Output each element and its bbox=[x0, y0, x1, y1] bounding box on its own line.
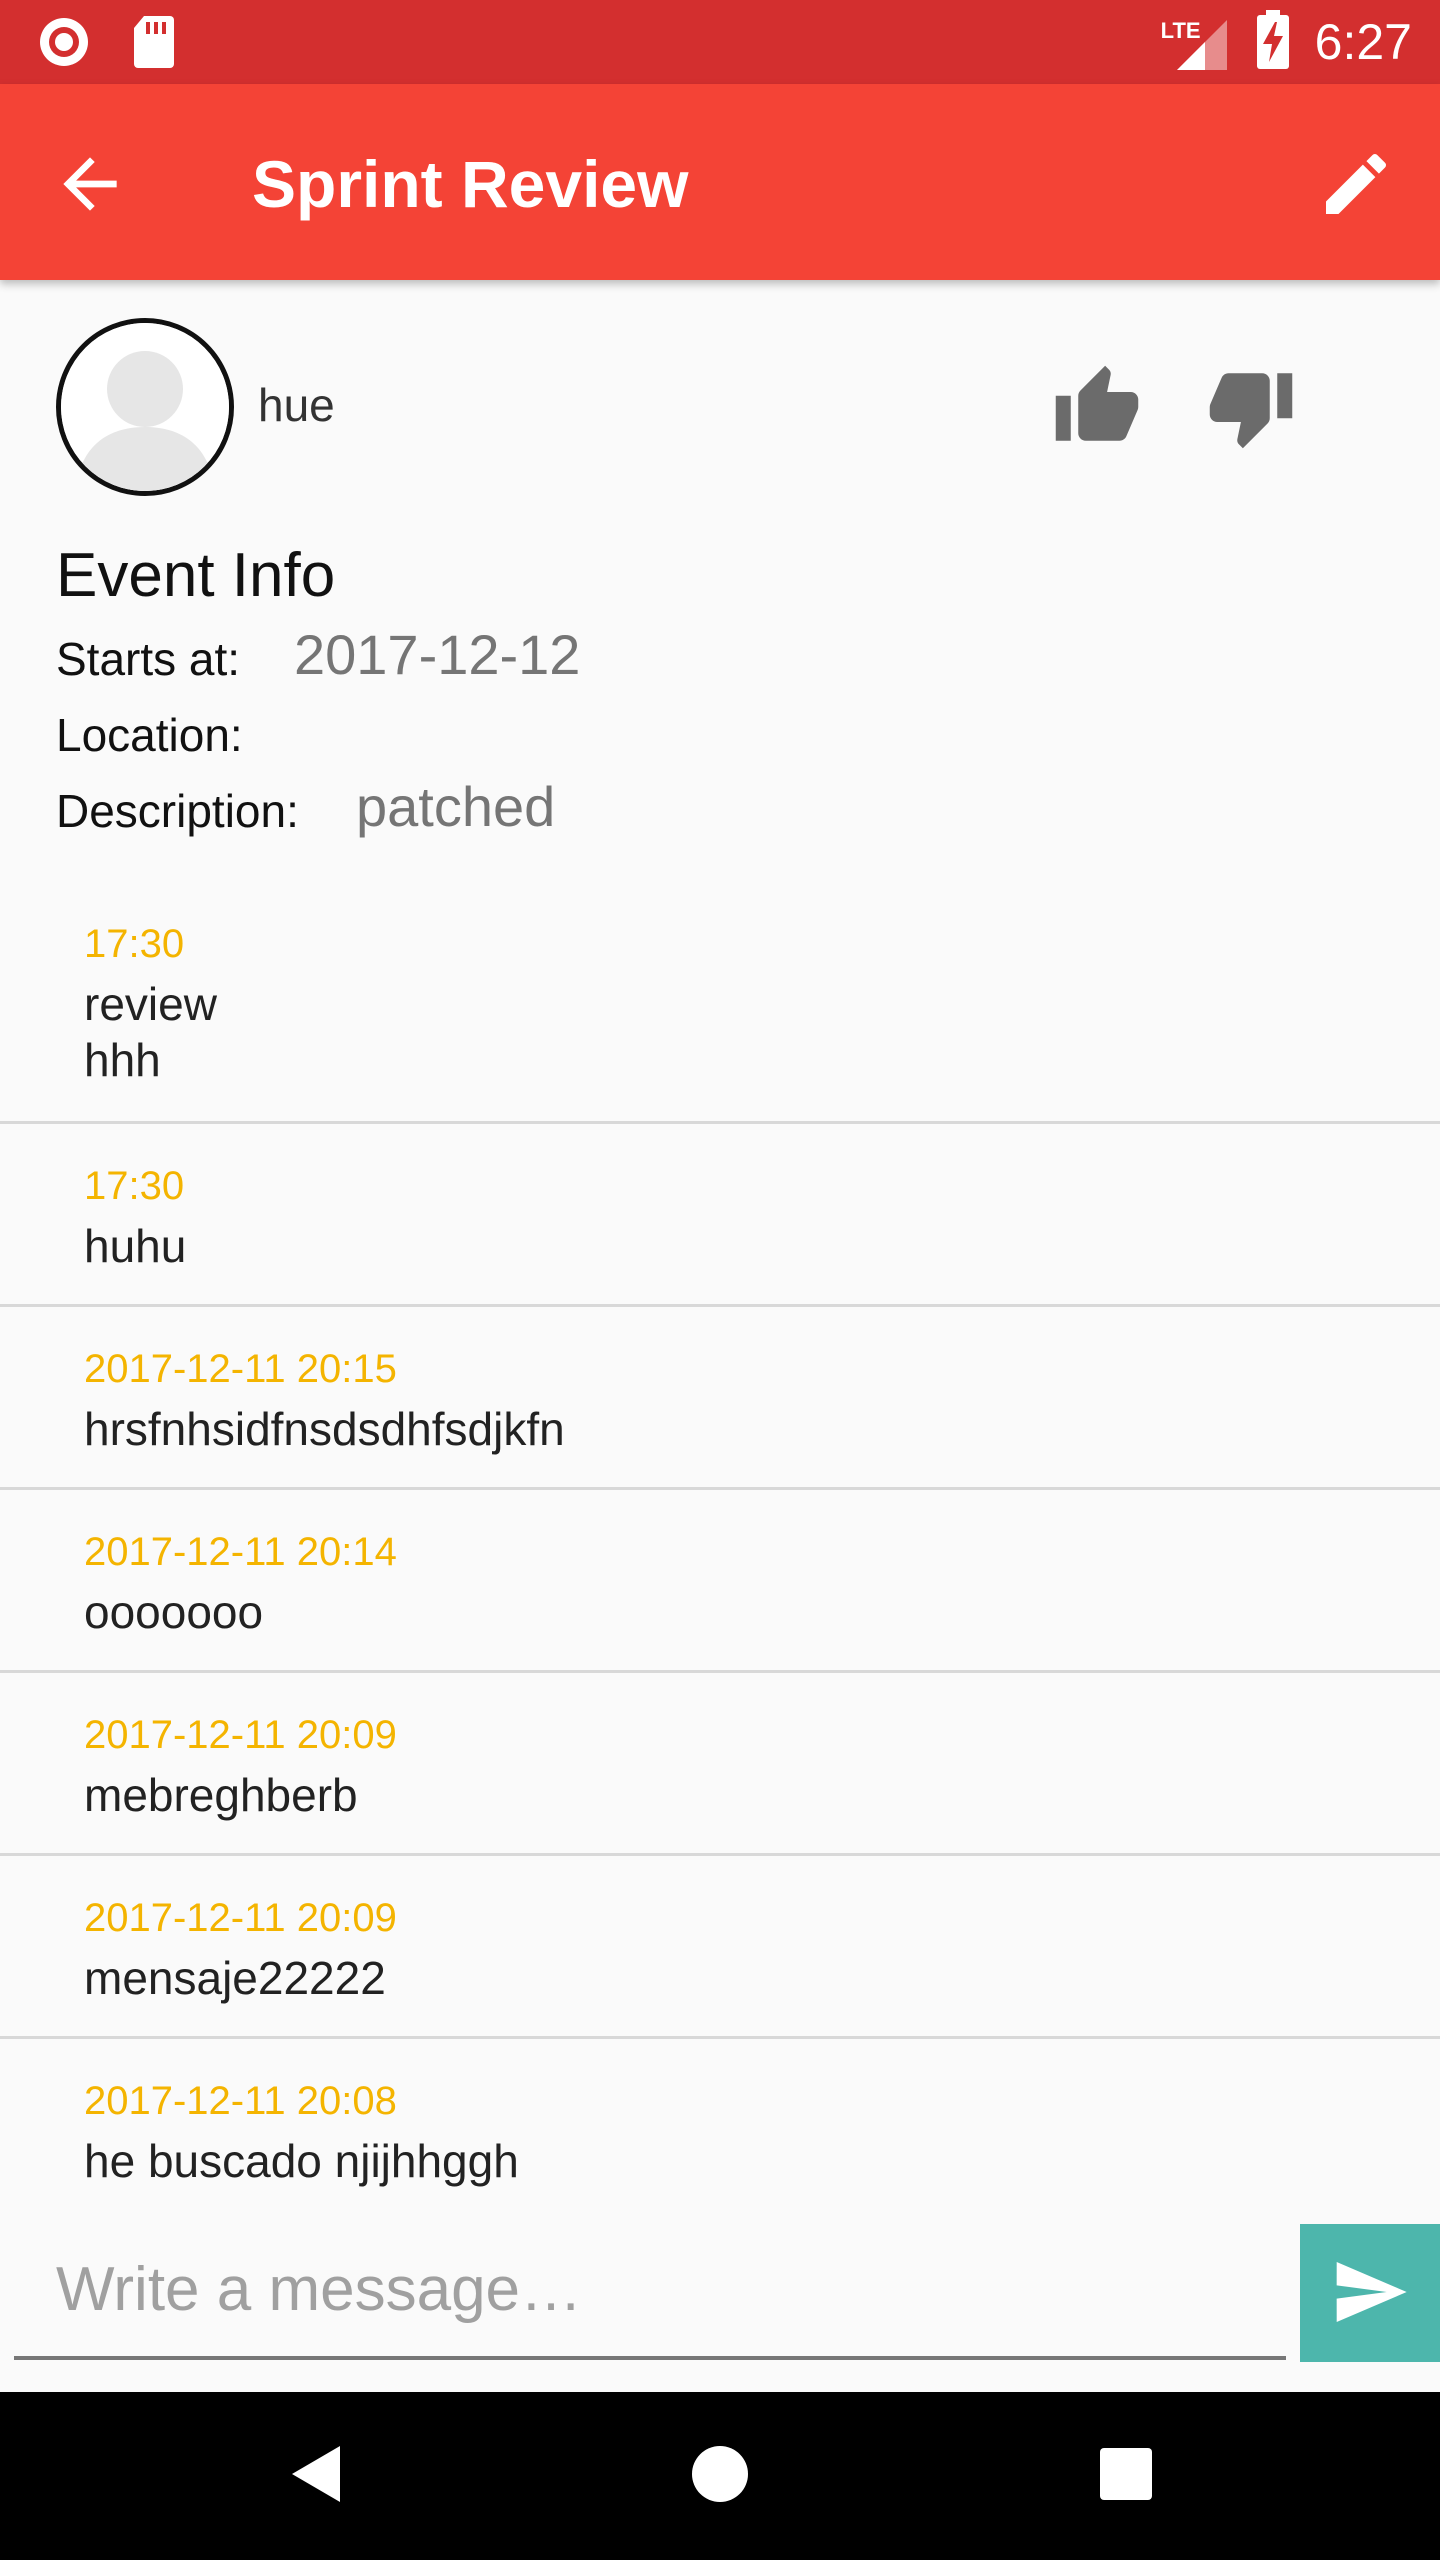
status-bar: LTE 6:27 bbox=[0, 0, 1440, 84]
message-time: 2017-12-11 20:08 bbox=[84, 2079, 397, 2123]
message-time: 2017-12-11 20:09 bbox=[84, 1713, 397, 1757]
starts-at-label: Starts at: bbox=[56, 633, 241, 685]
list-item[interactable]: 17:30 review hhh bbox=[0, 880, 1440, 1124]
author-name: hue bbox=[258, 379, 335, 431]
app-bar: Sprint Review bbox=[0, 84, 1440, 280]
message-text: mensaje22222 bbox=[84, 1952, 386, 2004]
back-button[interactable] bbox=[50, 144, 130, 224]
dislike-button[interactable] bbox=[1206, 362, 1296, 452]
nav-back-button[interactable] bbox=[276, 2436, 356, 2516]
message-time: 2017-12-11 20:15 bbox=[84, 1347, 397, 1391]
signal-icon: LTE bbox=[1161, 12, 1231, 72]
message-time: 17:30 bbox=[84, 1164, 185, 1208]
nav-recents-button[interactable] bbox=[1086, 2436, 1166, 2516]
send-button[interactable] bbox=[1300, 2224, 1440, 2362]
message-text: mebreghberb bbox=[84, 1769, 358, 1821]
event-info-heading: Event Info bbox=[56, 541, 336, 610]
nav-home-icon bbox=[688, 2442, 752, 2511]
message-text: review hhh bbox=[84, 978, 217, 1086]
list-item[interactable]: 2017-12-11 20:14 ooooooo bbox=[0, 1490, 1440, 1673]
nav-home-button[interactable] bbox=[680, 2436, 760, 2516]
like-button[interactable] bbox=[1052, 362, 1142, 452]
send-icon bbox=[1330, 2252, 1410, 2335]
description-value: patched bbox=[356, 775, 556, 838]
location-label: Location: bbox=[56, 709, 243, 761]
avatar[interactable] bbox=[56, 318, 234, 496]
list-item[interactable]: 2017-12-11 20:15 hrsfnhsidfnsdsdhfsdjkfn bbox=[0, 1307, 1440, 1490]
record-icon bbox=[36, 14, 92, 75]
message-text: hrsfnhsidfnsdsdhfsdjkfn bbox=[84, 1403, 565, 1455]
sd-card-icon bbox=[132, 14, 176, 75]
message-text: ooooooo bbox=[84, 1586, 264, 1638]
list-item[interactable]: 2017-12-11 20:09 mebreghberb bbox=[0, 1673, 1440, 1856]
description-label: Description: bbox=[56, 785, 299, 837]
starts-at-value: 2017-12-12 bbox=[294, 623, 581, 686]
message-list[interactable]: 17:30 review hhh 17:30 huhu 2017-12-11 2… bbox=[0, 880, 1440, 2219]
thumb-down-icon bbox=[1206, 373, 1296, 456]
message-input[interactable] bbox=[14, 2222, 1286, 2360]
message-time: 2017-12-11 20:14 bbox=[84, 1530, 397, 1574]
edit-button[interactable] bbox=[1316, 144, 1396, 224]
message-time: 17:30 bbox=[84, 922, 185, 966]
nav-recents-icon bbox=[1096, 2444, 1156, 2509]
list-item[interactable]: 2017-12-11 20:09 mensaje22222 bbox=[0, 1856, 1440, 2039]
status-time: 6:27 bbox=[1314, 14, 1412, 70]
page-title: Sprint Review bbox=[252, 147, 689, 221]
thumb-up-icon bbox=[1052, 365, 1142, 456]
battery-charging-icon bbox=[1255, 9, 1291, 75]
arrow-back-icon bbox=[50, 157, 130, 228]
list-item[interactable]: 2017-12-11 20:08 he buscado njijhhggh bbox=[0, 2039, 1440, 2219]
system-nav-bar bbox=[0, 2392, 1440, 2560]
pencil-icon bbox=[1316, 153, 1396, 228]
message-text: he buscado njijhhggh bbox=[84, 2135, 519, 2187]
message-text: huhu bbox=[84, 1220, 187, 1272]
message-time: 2017-12-11 20:09 bbox=[84, 1896, 397, 1940]
nav-back-icon bbox=[284, 2442, 348, 2511]
user-placeholder-icon bbox=[61, 323, 229, 491]
list-item[interactable]: 17:30 huhu bbox=[0, 1124, 1440, 1307]
